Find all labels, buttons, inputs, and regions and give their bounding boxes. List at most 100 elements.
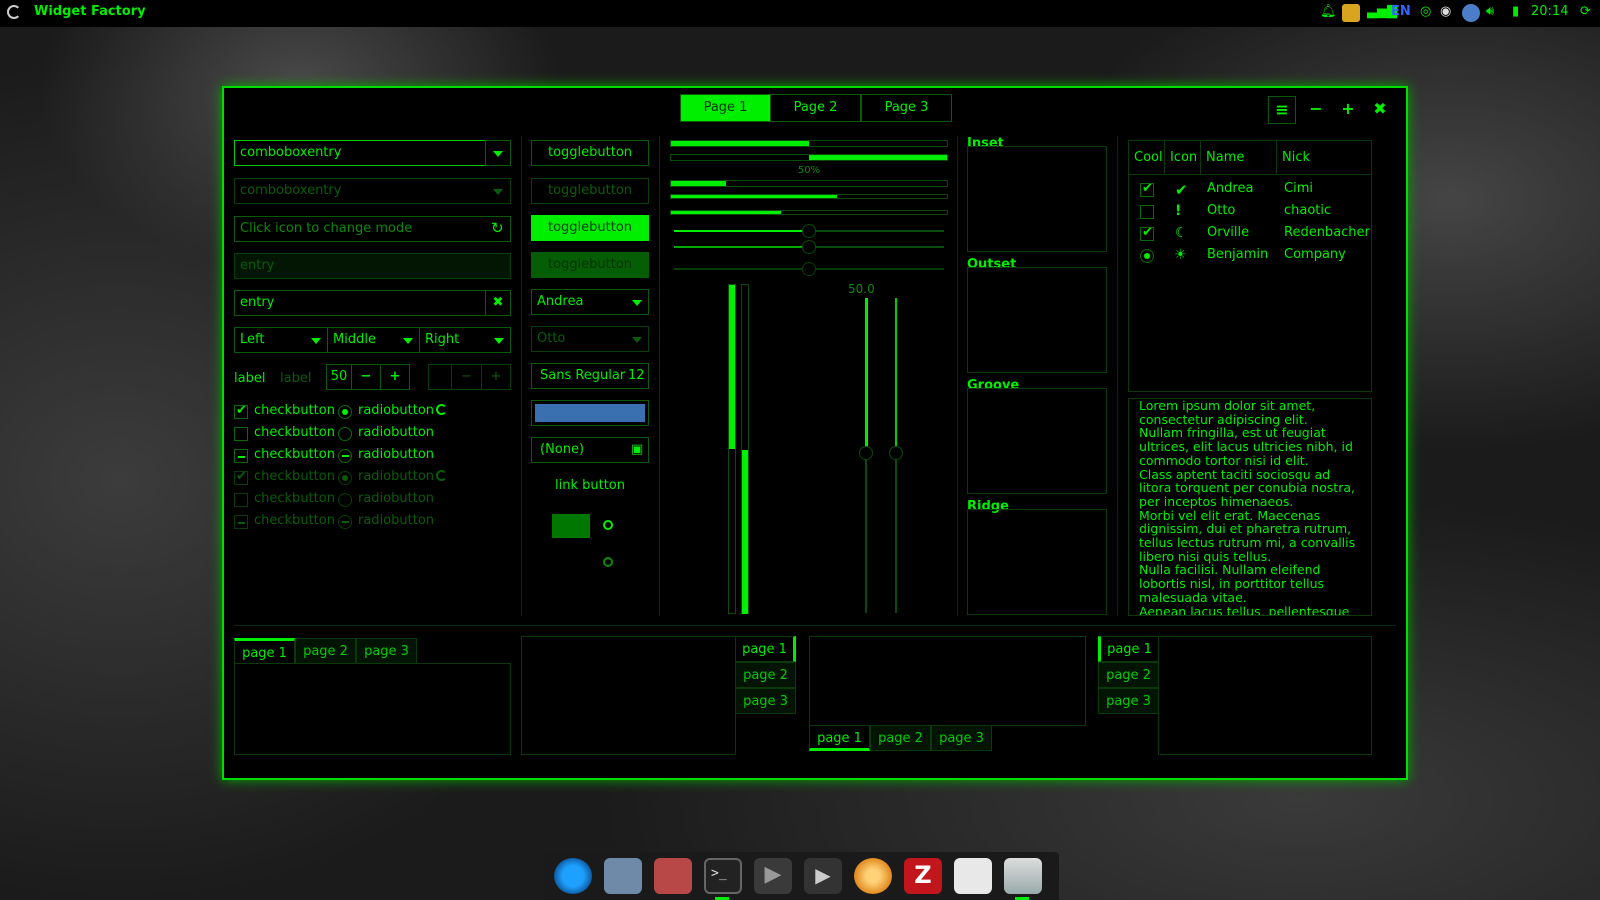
spin-increment-icon[interactable]: + (380, 364, 410, 390)
tree-nick[interactable]: Company (1284, 247, 1346, 262)
mail-icon[interactable] (604, 858, 642, 894)
radio-indicator[interactable] (603, 520, 613, 530)
vscale-fill[interactable] (865, 298, 868, 453)
tree-name[interactable]: Otto (1207, 203, 1235, 218)
notebook-bottom-tab-2[interactable]: page 2 (870, 725, 931, 751)
hscale-knob-2[interactable] (802, 240, 816, 254)
volume-icon[interactable]: 🔊︎ (1486, 4, 1494, 22)
filezilla-icon[interactable]: Z (904, 858, 942, 894)
chat-icon[interactable] (1462, 4, 1480, 22)
browser-icon[interactable] (554, 858, 592, 894)
network-icon[interactable]: ◉ (1440, 4, 1451, 22)
checkbutton-label[interactable]: checkbutton (254, 403, 335, 418)
media-player-icon[interactable]: ▶ (754, 858, 792, 894)
notebook-top-tab-2[interactable]: page 2 (295, 638, 356, 664)
vscale-2-fill[interactable] (895, 298, 897, 453)
notebook-left-tab-2[interactable]: page 2 (1098, 662, 1159, 688)
minimize-icon[interactable]: − (1302, 96, 1330, 124)
spin-value[interactable]: 50 (326, 364, 352, 390)
link-button[interactable]: link button (531, 478, 649, 493)
notebook-right-tab-3[interactable]: page 3 (735, 688, 796, 714)
app-title[interactable]: Widget Factory (34, 4, 146, 19)
radio-indicator-dim[interactable] (603, 557, 613, 567)
notebook-bottom-tab-1[interactable]: page 1 (809, 725, 870, 751)
notebook-left-tab-1[interactable]: page 1 (1098, 636, 1159, 662)
tree-cool-radio[interactable] (1140, 249, 1154, 263)
notebook-top-tab-3[interactable]: page 3 (356, 638, 417, 664)
entry-clearable[interactable]: entry (234, 290, 486, 316)
vscale-2-knob[interactable] (889, 446, 903, 460)
radiobutton-label[interactable]: radiobutton (358, 447, 434, 462)
togglebutton-active[interactable]: togglebutton (531, 215, 649, 241)
tab-page-1[interactable]: Page 1 (680, 94, 771, 122)
radio-unselected[interactable] (338, 427, 352, 441)
photo-icon[interactable] (654, 858, 692, 894)
notebook-right-tab-1[interactable]: page 1 (735, 636, 796, 662)
font-button[interactable]: Sans Regular 12 (531, 363, 649, 389)
combobox-entry-text[interactable]: comboboxentry (234, 140, 486, 166)
hscale-knob[interactable] (802, 224, 816, 238)
switch-on[interactable] (552, 514, 590, 538)
activities-logo-icon[interactable] (7, 5, 21, 19)
tree-name[interactable]: Benjamin (1207, 247, 1268, 262)
column-icon[interactable]: Icon (1165, 141, 1201, 175)
tree-name[interactable]: Orville (1207, 225, 1249, 240)
combobox-dropdown-button[interactable] (485, 140, 511, 166)
notes-icon[interactable] (1342, 4, 1360, 22)
tree-cool-unchecked[interactable] (1140, 205, 1154, 219)
mode-entry[interactable]: Click icon to change mode (234, 216, 511, 242)
notebook-right-tab-2[interactable]: page 2 (735, 662, 796, 688)
tree-cool-checked[interactable]: ✔ (1140, 225, 1154, 241)
tab-page-2[interactable]: Page 2 (770, 94, 861, 122)
bell-icon[interactable]: 🔔︎ (1320, 4, 1337, 22)
vscale-track[interactable] (865, 453, 867, 613)
radio-mixed[interactable] (338, 449, 352, 463)
combo-middle[interactable]: Middle (327, 327, 420, 353)
vscale-2-track[interactable] (895, 453, 897, 613)
checkbutton-label[interactable]: checkbutton (254, 447, 335, 462)
clear-icon[interactable]: ✖ (485, 290, 511, 316)
video-editor-icon[interactable]: ▶ (804, 858, 842, 894)
file-icon[interactable] (954, 858, 992, 894)
clock[interactable]: 20:14 (1531, 4, 1568, 22)
checkbox-mixed[interactable] (234, 449, 248, 463)
radio-selected[interactable] (338, 405, 352, 419)
tree-nick[interactable]: Cimi (1284, 181, 1313, 196)
battery-icon[interactable]: ▮ (1512, 4, 1519, 22)
combo-right[interactable]: Right (419, 327, 511, 353)
notebook-bottom-tab-3[interactable]: page 3 (931, 725, 992, 751)
radiobutton-label[interactable]: radiobutton (358, 403, 434, 418)
checkbox-unchecked[interactable] (234, 427, 248, 441)
close-icon[interactable]: ✖ (1366, 96, 1394, 124)
notebook-top-tab-1[interactable]: page 1 (234, 638, 295, 664)
menu-icon[interactable]: ≡ (1268, 96, 1296, 124)
vscale-knob[interactable] (859, 446, 873, 460)
power-icon[interactable]: ⟳ (1580, 4, 1591, 22)
file-chooser-button[interactable]: (None) ▣ (531, 437, 649, 463)
column-cool[interactable]: Cool (1129, 141, 1165, 175)
column-name[interactable]: Name (1201, 141, 1277, 175)
notebook-left-tab-3[interactable]: page 3 (1098, 688, 1159, 714)
combo-left[interactable]: Left (234, 327, 328, 353)
text-view-content[interactable]: Lorem ipsum dolor sit amet, consectetur … (1129, 399, 1371, 615)
column-nick[interactable]: Nick (1277, 141, 1371, 175)
checkbutton-label[interactable]: checkbutton (254, 425, 335, 440)
maximize-icon[interactable]: + (1334, 96, 1362, 124)
location-icon[interactable]: ◎ (1420, 4, 1431, 22)
tab-page-3[interactable]: Page 3 (861, 94, 952, 122)
togglebutton-normal[interactable]: togglebutton (531, 140, 649, 166)
tree-name[interactable]: Andrea (1207, 181, 1253, 196)
radiobutton-label[interactable]: radiobutton (358, 425, 434, 440)
spin-decrement-icon[interactable]: − (351, 364, 381, 390)
color-button[interactable] (531, 400, 649, 426)
disc-icon[interactable] (854, 858, 892, 894)
refresh-icon[interactable]: ↻ (491, 219, 504, 237)
terminal-icon[interactable]: >_ (704, 858, 742, 894)
text-view[interactable]: Lorem ipsum dolor sit amet, consectetur … (1128, 398, 1372, 616)
tree-cool-checked[interactable]: ✔ (1140, 181, 1154, 197)
keyboard-language[interactable]: EN (1391, 4, 1411, 22)
tree-nick[interactable]: Redenbacher (1284, 225, 1370, 240)
settings-panel-icon[interactable] (1004, 858, 1042, 894)
combo-andrea[interactable]: Andrea (531, 289, 649, 315)
tree-nick[interactable]: chaotic (1284, 203, 1331, 218)
